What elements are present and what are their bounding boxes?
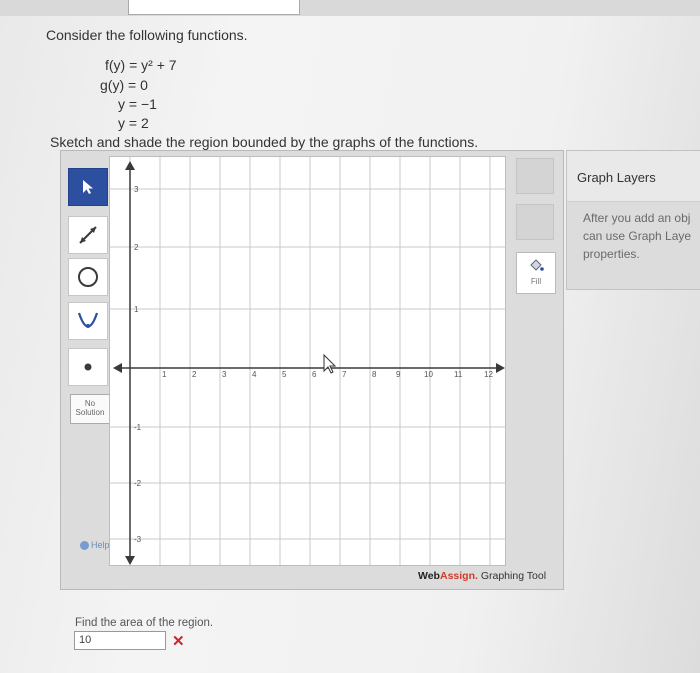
y-tick: 1 (134, 305, 139, 314)
toolbar: No Solution Help (64, 162, 112, 562)
y-tick: -2 (134, 479, 142, 488)
function-f: f(y) = y² + 7 (105, 57, 177, 73)
help-link[interactable]: Help (80, 540, 110, 551)
line-icon (79, 226, 97, 244)
parabola-tool-button[interactable] (68, 302, 108, 340)
page: Consider the following functions. f(y) =… (0, 0, 700, 673)
brand-web: Web (418, 570, 440, 582)
graph-layers-panel: Graph Layers After you add an obj can us… (566, 150, 700, 290)
fill-button[interactable]: Fill (516, 252, 556, 294)
circle-tool-button[interactable] (68, 258, 108, 296)
x-tick: 12 (484, 370, 493, 379)
area-answer-input[interactable]: 10 (74, 631, 166, 650)
pointer-tool-button[interactable] (68, 168, 108, 206)
layers-desc-line: properties. (583, 247, 640, 261)
x-tick: 8 (372, 370, 377, 379)
area-question: Find the area of the region. (75, 617, 214, 629)
y-tick: -3 (134, 535, 142, 544)
help-icon (80, 541, 89, 551)
brand-assign: Assign. (439, 570, 478, 582)
x-tick: 2 (192, 370, 197, 379)
x-tick: 10 (424, 370, 433, 379)
x-tick: 5 (282, 370, 287, 379)
function-y-lower: y = −1 (118, 96, 157, 112)
graph-layers-title: Graph Layers (577, 170, 656, 185)
header-strip (0, 0, 700, 16)
pointer-icon (83, 180, 93, 194)
x-tick: 6 (312, 370, 317, 379)
right-toolbar: Fill (512, 156, 558, 296)
brand-tool: Graphing Tool (477, 570, 547, 582)
function-g: g(y) = 0 (100, 77, 148, 93)
fill-bucket-icon (530, 259, 544, 271)
no-solution-button[interactable]: No Solution (70, 394, 110, 424)
problem-intro: Consider the following functions. (46, 27, 248, 43)
point-icon (84, 363, 92, 371)
x-tick: 9 (396, 370, 401, 379)
y-tick: -1 (134, 423, 142, 432)
x-tick: 7 (342, 370, 347, 379)
x-tick: 3 (222, 370, 227, 379)
layers-desc-line: After you add an obj (583, 211, 691, 225)
header-field (128, 0, 300, 15)
incorrect-icon: ✕ (172, 633, 185, 650)
webassign-logo: WebAssign. Graphing Tool (418, 570, 546, 582)
delete-button[interactable] (516, 204, 554, 240)
x-tick: 1 (162, 370, 167, 379)
tick-labels: 1 2 3 4 5 6 7 8 9 10 11 12 3 2 1 -1 -2 -… (110, 157, 505, 565)
function-y-upper: y = 2 (118, 115, 149, 131)
point-tool-button[interactable] (68, 348, 108, 386)
graph-layers-header[interactable]: Graph Layers (567, 151, 700, 202)
y-tick: 2 (134, 243, 139, 252)
graph-canvas[interactable]: 1 2 3 4 5 6 7 8 9 10 11 12 3 2 1 -1 -2 -… (109, 156, 506, 566)
x-tick: 11 (454, 370, 463, 379)
parabola-icon (77, 312, 99, 328)
x-tick: 4 (252, 370, 257, 379)
help-label: Help (91, 540, 110, 550)
line-tool-button[interactable] (68, 216, 108, 254)
y-tick: 3 (134, 185, 139, 194)
layers-desc-line: can use Graph Laye (583, 229, 692, 243)
undo-button[interactable] (516, 158, 554, 194)
sketch-instruction: Sketch and shade the region bounded by t… (50, 134, 479, 150)
fill-label: Fill (530, 277, 542, 286)
circle-icon (78, 267, 98, 287)
graph-layers-description: After you add an obj can use Graph Laye … (583, 209, 700, 263)
